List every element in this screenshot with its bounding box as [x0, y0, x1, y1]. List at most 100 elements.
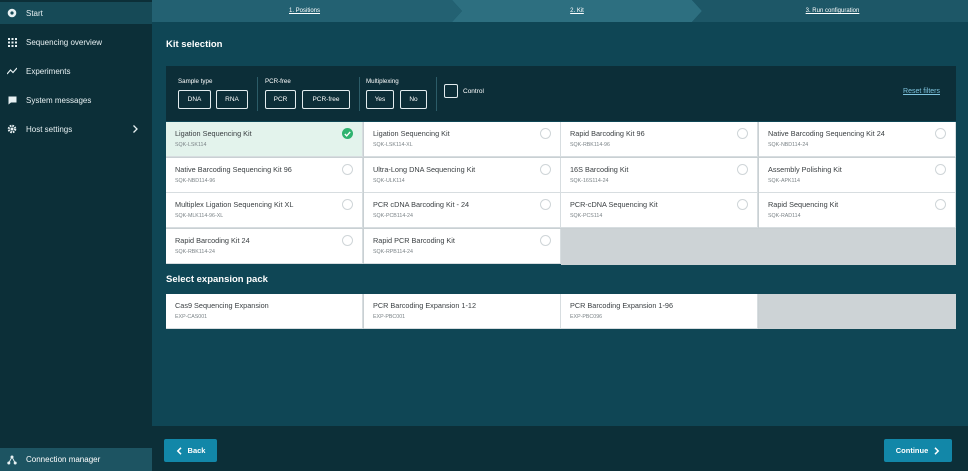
filter-yes-button[interactable]: Yes [366, 90, 394, 109]
filter-divider [359, 77, 360, 111]
kit-card[interactable]: 16S Barcoding Kit SQK-16S114-24 [561, 158, 758, 193]
trend-line-icon [7, 66, 17, 76]
radio-button[interactable] [935, 199, 946, 210]
kit-card[interactable]: Assembly Polishing Kit SQK-APK114 [759, 158, 956, 193]
card-code: SQK-RPB114-24 [373, 249, 413, 255]
kit-grid: Ligation Sequencing Kit SQK-LSK114 Ligatio… [166, 122, 956, 265]
card-name: Assembly Polishing Kit [768, 165, 842, 174]
kit-card[interactable]: Ligation Sequencing Kit SQK-LSK114-XL [364, 122, 561, 157]
filter-bar: Sample type DNA RNA PCR-free PCR PCR-fre… [166, 66, 956, 121]
filter-divider [436, 77, 437, 111]
card-name: Rapid Barcoding Kit 24 [175, 236, 250, 245]
radio-button[interactable] [737, 128, 748, 139]
kit-card[interactable]: Ultra-Long DNA Sequencing Kit SQK-ULK114 [364, 158, 561, 193]
card-name: Rapid Sequencing Kit [768, 200, 839, 209]
kit-card[interactable]: Ligation Sequencing Kit SQK-LSK114 [166, 122, 363, 157]
radio-button[interactable] [540, 164, 551, 175]
kit-card[interactable]: Multiplex Ligation Sequencing Kit XL SQK-… [166, 193, 363, 228]
radio-button[interactable] [540, 235, 551, 246]
filter-pcr-button[interactable]: PCR [265, 90, 296, 109]
card-name: Native Barcoding Sequencing Kit 96 [175, 165, 292, 174]
filter-dna-button[interactable]: DNA [178, 90, 211, 109]
footer: Back Continue [152, 426, 968, 471]
sidebar: Start Sequencing overview Experiments Sy… [0, 0, 152, 471]
expansion-card[interactable]: PCR Barcoding Expansion 1-12 EXP-PBC001 [364, 294, 561, 329]
step-kit[interactable]: 2. Kit [457, 0, 697, 22]
sidebar-item-label: System messages [26, 95, 92, 105]
control-checkbox[interactable] [444, 84, 458, 98]
card-name: Multiplex Ligation Sequencing Kit XL [175, 200, 294, 209]
kit-card[interactable]: Native Barcoding Sequencing Kit 24 SQK-NB… [759, 122, 956, 157]
filter-pcr-free-button[interactable]: PCR-free [302, 90, 350, 109]
pcr-free-label: PCR-free [265, 78, 291, 85]
radio-button[interactable] [540, 128, 551, 139]
radio-button[interactable] [935, 128, 946, 139]
card-code: SQK-PCB114-24 [373, 213, 413, 219]
card-name: Rapid Barcoding Kit 96 [570, 129, 645, 138]
card-name: PCR Barcoding Expansion 1-96 [570, 301, 674, 310]
card-code: SQK-NBD114-96 [175, 178, 216, 184]
card-code: SQK-ULK114 [373, 178, 405, 184]
radio-button[interactable] [342, 164, 353, 175]
filter-rna-button[interactable]: RNA [216, 90, 248, 109]
radio-button[interactable] [935, 164, 946, 175]
card-name: Cas9 Sequencing Expansion [175, 301, 269, 310]
kit-card[interactable]: PCR-cDNA Sequencing Kit SQK-PCS114 [561, 193, 758, 228]
filter-no-button[interactable]: No [400, 90, 427, 109]
radio-button[interactable] [342, 199, 353, 210]
connection-manager-label: Connection manager [26, 455, 101, 464]
message-icon [7, 95, 17, 105]
chevron-right-icon [934, 446, 940, 455]
sidebar-item-start[interactable]: Start [0, 2, 152, 24]
gear-icon [7, 124, 17, 134]
sidebar-item-label: Sequencing overview [26, 37, 103, 47]
expansion-card[interactable]: Cas9 Sequencing Expansion EXP-CAS001 [166, 294, 363, 329]
radio-button[interactable] [737, 199, 748, 210]
card-name: PCR cDNA Barcoding Kit - 24 [373, 200, 470, 209]
radio-button[interactable] [540, 199, 551, 210]
expansion-grid: Cas9 Sequencing Expansion EXP-CAS001 PCR B… [166, 294, 956, 329]
stepper: 1. Positions 2. Kit 3. Run configuration [152, 0, 968, 22]
step-positions[interactable]: 1. Positions [152, 0, 457, 22]
grid-icon [7, 37, 17, 47]
empty-cell [759, 294, 956, 329]
step-run-configuration[interactable]: 3. Run configuration [697, 0, 968, 22]
card-code: EXP-CAS001 [175, 314, 208, 320]
continue-button[interactable]: Continue [884, 439, 952, 462]
sidebar-item-system-messages[interactable]: System messages [0, 89, 152, 111]
back-button[interactable]: Back [164, 439, 217, 462]
sidebar-item-sequencing-overview[interactable]: Sequencing overview [0, 31, 152, 53]
kit-card[interactable]: PCR cDNA Barcoding Kit - 24 SQK-PCB114-24 [364, 193, 561, 228]
sidebar-item-label: Experiments [26, 66, 71, 76]
card-code: SQK-NBD114-24 [768, 142, 809, 148]
chevron-left-icon [176, 446, 182, 455]
chevron-right-icon[interactable] [130, 124, 140, 134]
radio-button[interactable] [342, 235, 353, 246]
card-code: SQK-APK114 [768, 178, 800, 184]
sample-type-label: Sample type [178, 78, 213, 85]
kit-card[interactable]: Rapid Barcoding Kit 96 SQK-RBK114-96 [561, 122, 758, 157]
radio-button[interactable] [737, 164, 748, 175]
card-code: SQK-RBK114-24 [175, 249, 215, 255]
sidebar-item-host-settings[interactable]: Host settings [0, 118, 152, 140]
kit-card[interactable]: Rapid PCR Barcoding Kit SQK-RPB114-24 [364, 229, 561, 264]
expansion-card[interactable]: PCR Barcoding Expansion 1-96 EXP-PBC096 [561, 294, 758, 329]
control-label: Control [463, 88, 484, 95]
kit-card[interactable]: Native Barcoding Sequencing Kit 96 SQK-NB… [166, 158, 363, 193]
card-code: SQK-RBK114-96 [570, 142, 610, 148]
card-code: EXP-PBC001 [373, 314, 406, 320]
empty-cell [561, 229, 956, 265]
card-code: SQK-16S114-24 [570, 178, 609, 184]
reset-filters-link[interactable]: Reset filters [903, 88, 940, 95]
card-code: SQK-PCS114 [570, 213, 603, 219]
card-code: SQK-LSK114-XL [373, 142, 413, 148]
check-circle-icon[interactable] [342, 128, 353, 139]
card-name: Ligation Sequencing Kit [373, 129, 450, 138]
kit-selection-title: Kit selection [166, 39, 223, 50]
sidebar-item-label: Host settings [26, 124, 73, 134]
connection-manager[interactable]: Connection manager [0, 448, 152, 471]
sidebar-item-experiments[interactable]: Experiments [0, 60, 152, 82]
kit-card[interactable]: Rapid Sequencing Kit SQK-RAD114 [759, 193, 956, 228]
filter-divider [257, 77, 258, 111]
kit-card[interactable]: Rapid Barcoding Kit 24 SQK-RBK114-24 [166, 229, 363, 264]
